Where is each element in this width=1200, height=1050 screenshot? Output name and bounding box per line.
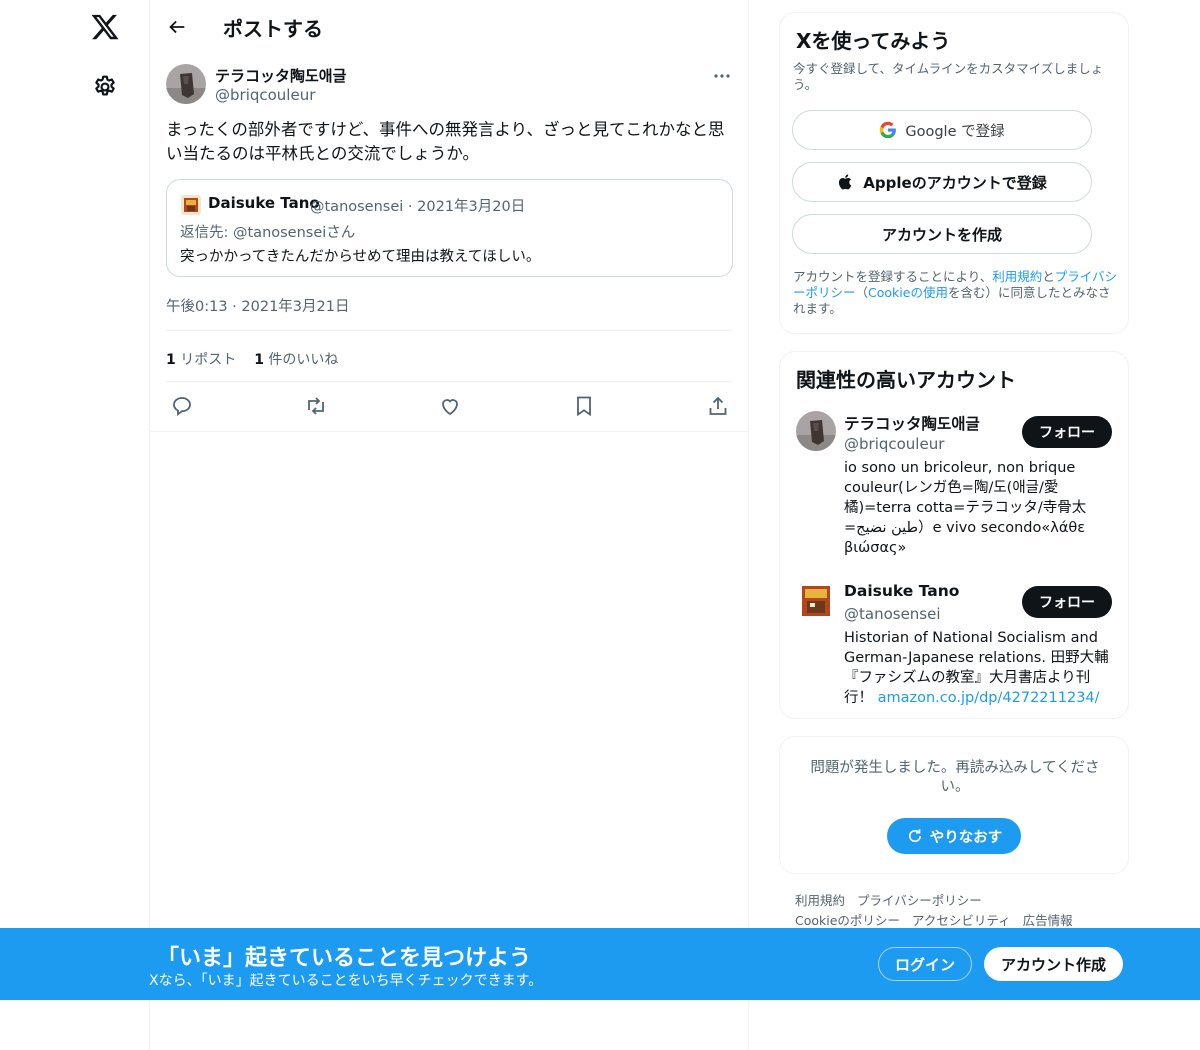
refresh-icon (908, 829, 921, 843)
footer-link[interactable]: Cookieのポリシー (795, 913, 900, 928)
repost-label[interactable]: リポスト (180, 352, 236, 368)
apple-icon (839, 174, 852, 190)
account-bio: io sono un bricoleur, non brique couleur… (844, 460, 1087, 556)
quoted-date: 2021年3月20日 (417, 199, 526, 215)
quoted-post[interactable]: Daisuke Tano @tanosensei · 2021年3月20日 返信… (166, 179, 733, 277)
like-count[interactable]: 1 (254, 352, 264, 368)
retry-label: やりなおす (929, 829, 1003, 846)
cookie-link[interactable]: Cookieの使用 (868, 285, 948, 300)
post-actions (150, 394, 748, 420)
quoted-author-avatar (181, 195, 201, 215)
error-message: 問題が発生しました。再読み込みしてください。 (810, 760, 1100, 795)
google-signup-label: Google で登録 (905, 123, 1005, 140)
like-icon[interactable] (438, 394, 462, 418)
apple-signup-label: Appleのアカウントで登録 (863, 173, 1047, 192)
more-options-icon[interactable] (712, 66, 732, 86)
footer-link[interactable]: 利用規約 (795, 893, 845, 908)
gear-icon[interactable] (92, 74, 118, 100)
google-icon (880, 121, 897, 139)
footer-link[interactable]: 広告情報 (1023, 913, 1073, 928)
reply-icon[interactable] (170, 394, 194, 418)
error-card: 問題が発生しました。再読み込みしてください。 やりなおす (779, 736, 1129, 874)
google-signup-button[interactable]: Google で登録 (792, 110, 1092, 150)
login-button[interactable]: ログイン (878, 947, 972, 981)
account-avatar[interactable] (796, 581, 836, 621)
banner-subtitle: Xなら、「いま」起きていることをいち早くチェックできます。 (149, 973, 543, 989)
page-title: ポストする (223, 17, 323, 41)
quoted-author-name: Daisuke Tano (208, 194, 320, 212)
follow-button[interactable]: フォロー (1022, 416, 1112, 448)
quoted-meta: @tanosensei · 2021年3月20日 (310, 199, 526, 215)
like-label[interactable]: 件のいいね (268, 352, 338, 368)
account-bio: Historian of National Socialism and Germ… (844, 630, 1109, 706)
signup-card: Xを使ってみよう 今すぐ登録して、タイムラインをカスタマイズしましょう。 Goo… (779, 12, 1129, 334)
signup-banner: 「いま」起きていることを見つけよう Xなら、「いま」起きていることをいち早くチェ… (0, 928, 1200, 1000)
create-account-button[interactable]: アカウントを作成 (792, 214, 1092, 254)
account-handle[interactable]: @briqcouleur (844, 435, 944, 453)
divider (166, 381, 733, 382)
account-handle[interactable]: @tanosensei (844, 605, 941, 623)
quoted-author-handle: @tanosensei (310, 199, 404, 215)
post-text: まったくの部外者ですけど、事件への無発言より、ざっと見てこれかなと思い当たるのは… (166, 120, 725, 163)
share-icon[interactable] (706, 394, 730, 418)
apple-signup-button[interactable]: Appleのアカウントで登録 (792, 162, 1092, 202)
follow-button[interactable]: フォロー (1022, 586, 1112, 618)
signup-title: Xを使ってみよう (796, 29, 951, 53)
signup-subtitle: 今すぐ登録して、タイムラインをカスタマイズしましょう。 (793, 61, 1104, 92)
author-name[interactable]: テラコッタ陶도애글 (215, 65, 346, 86)
create-account-label: アカウントを作成 (881, 225, 1002, 244)
footer-link[interactable]: アクセシビリティ (912, 913, 1011, 928)
back-arrow-icon[interactable] (166, 16, 188, 38)
divider (150, 431, 748, 432)
related-accounts-card: 関連性の高いアカウント テラコッタ陶도애글 @briqcouleur フォロー … (779, 351, 1129, 719)
quoted-reply-to: 返信先: @tanosenseiさん (180, 225, 356, 241)
footer-link[interactable]: プライバシーポリシー (857, 893, 982, 908)
terms-notice: アカウントを登録することにより、利用規約とプライバシーポリシー（Cookieの使… (793, 269, 1118, 316)
create-account-banner-button[interactable]: アカウント作成 (984, 947, 1123, 981)
related-title: 関連性の高いアカウント (796, 368, 1016, 392)
author-handle[interactable]: @briqcouleur (215, 86, 315, 104)
post-stats: 1 リポスト 1 件のいいね (166, 349, 338, 369)
page-header: ポストする (150, 0, 748, 54)
post-timestamp[interactable]: 午後0:13 · 2021年3月21日 (166, 295, 349, 316)
repost-count[interactable]: 1 (166, 352, 176, 368)
account-avatar[interactable] (796, 411, 836, 451)
retry-button[interactable]: やりなおす (887, 818, 1021, 854)
repost-icon[interactable] (304, 394, 328, 418)
bookmark-icon[interactable] (572, 394, 596, 418)
terms-link[interactable]: 利用規約 (992, 269, 1042, 284)
account-name[interactable]: テラコッタ陶도애글 (844, 412, 980, 434)
banner-title: 「いま」起きていることを見つけよう (157, 946, 532, 971)
bio-link[interactable]: amazon.co.jp/dp/4272211234/ (878, 690, 1100, 706)
account-name[interactable]: Daisuke Tano (844, 582, 959, 600)
main-column: ポストする テラコッタ陶도애글 @briqcouleur まったくの部外者ですけ… (149, 0, 749, 1050)
left-nav (0, 0, 150, 1050)
x-logo-icon[interactable] (90, 12, 120, 42)
quoted-text: 突っかかってきたんだからせめて理由は教えてほしい。 (180, 249, 541, 265)
divider (166, 330, 733, 331)
footer: 利用規約 プライバシーポリシー Cookieのポリシー アクセシビリティ 広告情報 (795, 891, 1085, 931)
author-avatar[interactable] (166, 64, 206, 104)
